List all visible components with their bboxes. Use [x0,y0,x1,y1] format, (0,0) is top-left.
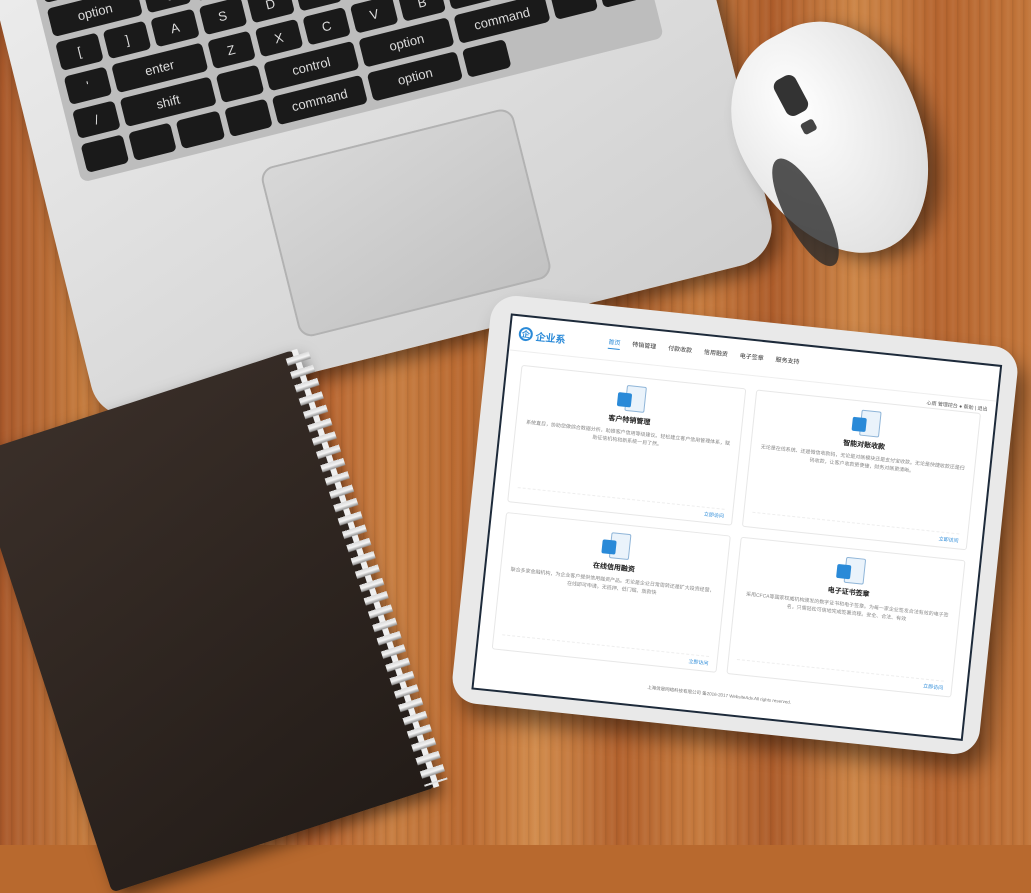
keyboard-key: C [302,6,352,46]
logo-icon: 企 [518,326,534,342]
keyboard-key: X [254,18,304,58]
card-link[interactable]: 立即访问 [923,683,944,692]
nav-item-home[interactable]: 首页 [607,336,621,350]
certificate-icon [835,556,867,587]
keyboard-key: V [349,0,399,34]
keyboard-key: [ [55,32,105,72]
nav-item-payments[interactable]: 付款收款 [667,343,693,357]
nav-item-financing[interactable]: 信用融资 [703,347,729,361]
invoice-icon [851,409,882,440]
mouse-dpi-button [799,118,818,136]
feature-card-financing[interactable]: 在线信用融资 联合多家金融机构，为企业客户提供信用融资产品。无论是企业日常周转还… [491,512,731,673]
keyboard-key [215,64,265,104]
card-link[interactable]: 立即访问 [704,511,725,520]
nav-item-support[interactable]: 服务支持 [775,354,800,368]
nav-item-esign[interactable]: 电子签章 [739,351,764,365]
nav-item-sales[interactable]: 特销管理 [632,339,657,353]
keyboard-key: Z [206,30,256,70]
keyboard-key [462,39,512,78]
feature-card-sales[interactable]: 客户特销管理 系统直目，协助您做综合数据分析，助推客户信用等级建议。轻松建立客户… [507,364,747,526]
logo-text: 企业系 [534,331,566,346]
feature-grid: 客户特销管理 系统直目，协助您做综合数据分析，助推客户信用等级建议。轻松建立客户… [491,364,982,698]
keyboard-key: ' [63,66,113,105]
keyboard-key [223,98,273,138]
keyboard-key [596,0,646,9]
keyboard-key: / [72,100,121,139]
main-nav: 首页 特销管理 付款收款 信用融资 电子签章 服务支持 [607,336,800,369]
feature-card-reconcile[interactable]: 智能对账收款 无论是在线系统、还是微信收款码，无论是对账模块还是支付宝收款。无论… [741,389,982,551]
card-divider [517,487,725,510]
card-divider [502,634,710,658]
keyboard-key [80,134,130,173]
mouse-scroll-wheel [770,72,811,119]
site-logo[interactable]: 企 企业系 [518,326,609,350]
tablet-device: 企 企业系 首页 特销管理 付款收款 信用融资 电子签章 服务支持 心雨 管理控… [450,293,1020,757]
keyboard-key [175,110,225,150]
card-link[interactable]: 立即访问 [938,535,959,544]
keyboard-key: command [453,0,551,44]
document-icon [616,384,647,415]
keyboard-key [128,122,178,162]
card-divider [752,511,960,535]
keyboard-key [549,0,599,20]
feature-card-esign[interactable]: 电子证书签章 采用CFCA等国家权威机构颁发的数字证书和电子签章。为每一家企业签… [726,536,966,698]
keyboard-key: ] [102,20,152,60]
tablet-screen: 企 企业系 首页 特销管理 付款收款 信用融资 电子签章 服务支持 心雨 管理控… [471,313,1003,741]
keyboard-key: A [150,8,200,48]
keyboard-key: S [198,0,248,36]
card-divider [736,658,944,682]
card-link[interactable]: 立即访问 [688,658,709,667]
credit-card-icon [601,531,632,562]
